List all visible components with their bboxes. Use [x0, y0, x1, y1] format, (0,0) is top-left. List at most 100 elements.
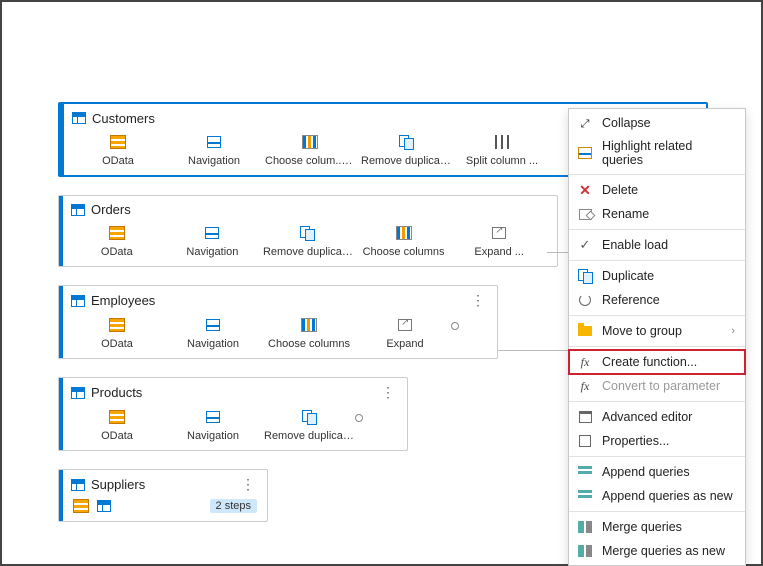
- odata-icon: [109, 318, 125, 332]
- table-icon: [71, 295, 85, 307]
- query-step[interactable]: Expand ...: [451, 223, 547, 258]
- context-menu: ⤢ Collapse Highlight related queries ✕Delet…: [568, 108, 746, 566]
- query-step[interactable]: Split column ...: [454, 132, 550, 167]
- menu-item-append-queries[interactable]: Append queries: [569, 460, 745, 484]
- dup-icon: [578, 269, 593, 283]
- rename-icon: [579, 209, 592, 220]
- query-step[interactable]: Remove duplicat...: [260, 223, 356, 258]
- query-step[interactable]: Choose colum...i: [262, 132, 358, 167]
- menu-item-advanced-editor[interactable]: Advanced editor: [569, 405, 745, 429]
- table-icon: [71, 387, 85, 399]
- query-card-suppliers[interactable]: Suppliers ⋮ 2 steps: [58, 469, 268, 522]
- query-title: Orders: [91, 202, 131, 217]
- query-step[interactable]: Navigation: [165, 407, 261, 442]
- dup-icon: [399, 135, 414, 149]
- query-step[interactable]: Navigation: [166, 132, 262, 167]
- menu-item-collapse[interactable]: ⤢ Collapse: [569, 111, 745, 135]
- table-icon: [71, 479, 85, 491]
- menu-item-duplicate[interactable]: Duplicate: [569, 264, 745, 288]
- query-card-orders[interactable]: Orders OData NavigationRemove duplicat... C…: [58, 195, 558, 267]
- info-icon[interactable]: i: [346, 156, 355, 167]
- menu-separator: [569, 456, 745, 457]
- append-icon: [578, 466, 592, 478]
- menu-item-label: Properties...: [602, 434, 669, 448]
- query-step[interactable]: OData: [69, 223, 165, 258]
- odata-icon: [109, 226, 125, 240]
- append-icon: [578, 490, 592, 502]
- connector-dot: [355, 414, 363, 422]
- menu-item-append-queries-as-new[interactable]: Append queries as new: [569, 484, 745, 508]
- query-card-products[interactable]: Products ⋮ OData Navigation Remove duplicat.…: [58, 377, 408, 451]
- query-step[interactable]: OData: [69, 407, 165, 442]
- step-label: Split column ...: [466, 155, 538, 167]
- menu-separator: [569, 511, 745, 512]
- check-icon: ✓: [580, 237, 591, 253]
- query-step[interactable]: Remove duplicat...: [261, 407, 357, 442]
- menu-item-enable-load[interactable]: ✓ Enable load: [569, 233, 745, 257]
- step-label: OData: [101, 430, 133, 442]
- menu-item-properties[interactable]: Properties...: [569, 429, 745, 453]
- merge-icon: [578, 521, 592, 533]
- query-step[interactable]: Choose columns: [261, 315, 357, 350]
- step-label: Expand: [386, 338, 423, 350]
- more-icon[interactable]: ⋮: [238, 476, 259, 493]
- nav-icon: [206, 411, 220, 423]
- collapse-icon: ⤢: [581, 116, 590, 131]
- highlight-icon: [578, 147, 592, 159]
- query-step[interactable]: Expand: [357, 315, 453, 350]
- menu-item-label: Enable load: [602, 238, 668, 252]
- step-label: Expand ...: [474, 246, 524, 258]
- step-label: Navigation: [188, 155, 240, 167]
- menu-item-label: Move to group: [602, 324, 682, 338]
- steps-badge: 2 steps: [210, 499, 257, 513]
- query-card-employees[interactable]: Employees⋮ODataNavigationChoose columnsE…: [58, 285, 498, 359]
- menu-separator: [569, 401, 745, 402]
- step-label: Choose columns: [363, 246, 445, 258]
- adv-icon: [579, 411, 592, 423]
- merge-icon: [578, 545, 592, 557]
- table-icon: [97, 500, 111, 512]
- menu-item-label: Merge queries: [602, 520, 682, 534]
- step-label: Remove duplicat...: [361, 155, 451, 167]
- nav-icon: [205, 227, 219, 239]
- menu-item-label: Append queries: [602, 465, 690, 479]
- menu-separator: [569, 315, 745, 316]
- query-step[interactable]: Remove duplicat...: [358, 132, 454, 167]
- cols-icon: [396, 226, 412, 240]
- menu-item-label: Collapse: [602, 116, 651, 130]
- query-step[interactable]: Choose columns: [356, 223, 452, 258]
- menu-item-reference[interactable]: Reference: [569, 288, 745, 312]
- fx-icon: fx: [581, 355, 590, 370]
- query-step[interactable]: Navigation: [165, 223, 261, 258]
- more-icon[interactable]: ⋮: [468, 292, 489, 309]
- menu-item-move-to-group[interactable]: Move to group›: [569, 319, 745, 343]
- menu-item-rename[interactable]: Rename: [569, 202, 745, 226]
- menu-item-label: Delete: [602, 183, 638, 197]
- query-title: Suppliers: [91, 477, 145, 492]
- step-label: Navigation: [187, 430, 239, 442]
- step-label: OData: [101, 246, 133, 258]
- dup-icon: [302, 410, 317, 424]
- more-icon[interactable]: ⋮: [378, 384, 399, 401]
- step-label: OData: [102, 155, 134, 167]
- menu-item-label: Create function...: [602, 355, 697, 369]
- step-label: OData: [101, 338, 133, 350]
- menu-item-convert-to-parameter: fxConvert to parameter: [569, 374, 745, 398]
- expand-icon: [398, 319, 412, 331]
- query-step[interactable]: OData: [69, 315, 165, 350]
- nav-icon: [206, 319, 220, 331]
- menu-item-merge-queries-as-new[interactable]: Merge queries as new: [569, 539, 745, 563]
- folder-icon: [578, 326, 592, 336]
- query-step[interactable]: OData: [70, 132, 166, 167]
- menu-separator: [569, 260, 745, 261]
- menu-separator: [569, 174, 745, 175]
- query-title: Products: [91, 385, 142, 400]
- menu-item-delete[interactable]: ✕Delete: [569, 178, 745, 202]
- menu-item-label: Highlight related queries: [602, 139, 735, 167]
- menu-item-create-function[interactable]: fx Create function...: [569, 350, 745, 374]
- query-step[interactable]: Navigation: [165, 315, 261, 350]
- menu-item-merge-queries[interactable]: Merge queries: [569, 515, 745, 539]
- menu-item-label: Rename: [602, 207, 649, 221]
- odata-icon: [110, 135, 126, 149]
- menu-item-highlight-related-queries[interactable]: Highlight related queries: [569, 135, 745, 171]
